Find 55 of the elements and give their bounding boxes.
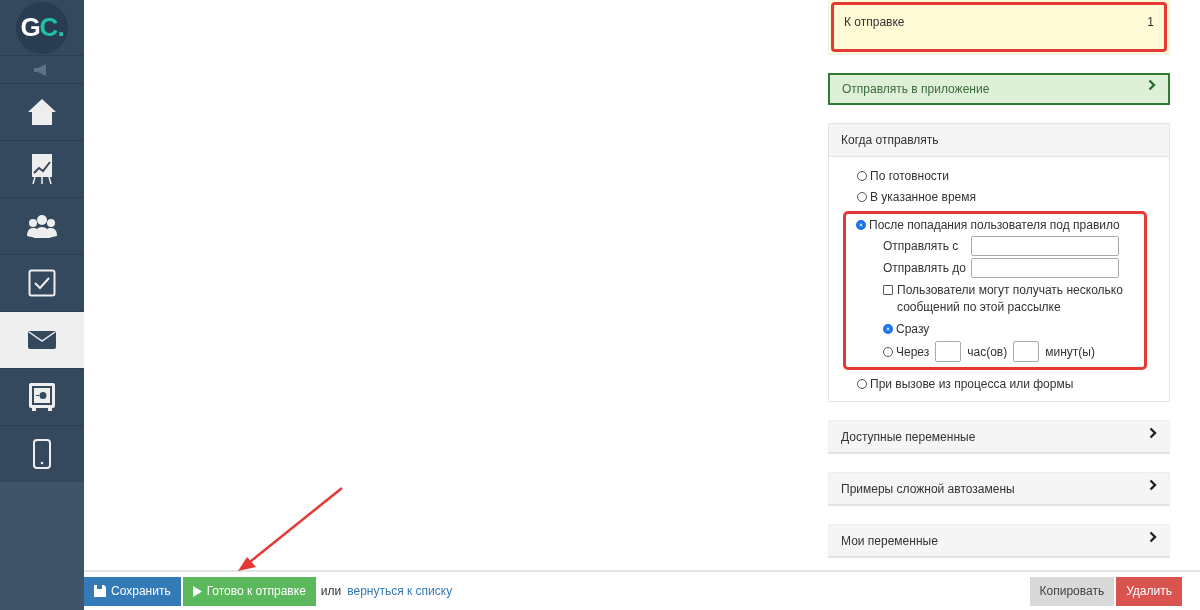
checkbox-label: Пользователи могут получать несколько сообщений по этой рассылке xyxy=(897,282,1124,316)
save-button[interactable]: Сохранить xyxy=(84,576,181,606)
sidebar-item[interactable] xyxy=(0,197,84,254)
option-label: По готовности xyxy=(870,169,950,183)
chevron-right-icon xyxy=(1149,530,1157,543)
unit-label: час(ов) xyxy=(967,344,1008,359)
radio-button[interactable] xyxy=(857,379,867,389)
copy-button[interactable]: Копировать xyxy=(1029,576,1115,606)
collapsed-panel[interactable]: Примеры сложной автозамены xyxy=(828,472,1170,506)
option-label: Сразу xyxy=(896,322,930,336)
home-icon[interactable] xyxy=(27,98,57,126)
envelope-icon[interactable] xyxy=(28,331,56,349)
panel-title: Когда отправлять xyxy=(829,124,1169,157)
logo[interactable]: GC. xyxy=(16,1,68,54)
input-field[interactable] xyxy=(971,258,1119,278)
radio-button[interactable] xyxy=(857,171,867,181)
chevron-right-icon xyxy=(1149,426,1157,439)
status-label: К отправке xyxy=(844,15,905,31)
field-label: Отправлять с xyxy=(883,239,959,253)
radio-button[interactable] xyxy=(883,346,893,357)
sidebar-item[interactable] xyxy=(0,311,84,368)
chevron-right-icon xyxy=(1148,79,1156,91)
radio-button[interactable] xyxy=(857,192,867,202)
radio-button[interactable] xyxy=(856,220,866,230)
sidebar-item[interactable] xyxy=(0,83,84,140)
floppy-icon xyxy=(94,585,106,597)
option-label: Через xyxy=(896,344,930,359)
status-count: 1 xyxy=(1147,15,1154,31)
radio-button[interactable] xyxy=(883,324,893,334)
chart-board-icon[interactable] xyxy=(31,153,53,185)
or-text: или xyxy=(320,584,342,598)
option-label: В указанное время xyxy=(870,190,976,204)
app-panel-header[interactable]: Отправлять в приложение xyxy=(828,73,1170,105)
field-label: Отправлять до xyxy=(883,261,967,275)
sidebar-item[interactable] xyxy=(0,425,84,482)
phone-icon[interactable] xyxy=(33,439,51,469)
back-link[interactable]: вернуться к списку xyxy=(347,584,453,598)
people-icon[interactable] xyxy=(27,214,57,238)
collapsed-panel[interactable]: Доступные переменные xyxy=(828,420,1170,454)
checkbox[interactable] xyxy=(883,285,893,295)
minutes-input[interactable] xyxy=(1013,341,1040,362)
sidebar-item[interactable] xyxy=(0,254,84,311)
option-label: При вызове из процесса или формы xyxy=(870,377,1074,391)
safe-icon[interactable] xyxy=(28,382,56,412)
input-field[interactable] xyxy=(971,236,1119,256)
sidebar-item[interactable] xyxy=(0,368,84,425)
hours-input[interactable] xyxy=(935,341,962,362)
play-icon xyxy=(192,585,202,597)
option-label: После попадания пользователя под правило xyxy=(869,218,1120,232)
checkbox-icon[interactable] xyxy=(28,269,56,297)
delete-button[interactable]: Удалить xyxy=(1116,576,1182,606)
sidebar-item[interactable] xyxy=(0,140,84,197)
chevron-right-icon xyxy=(1149,478,1157,491)
collapsed-panel[interactable]: Мои переменные xyxy=(828,524,1170,558)
unit-label: минут(ы) xyxy=(1045,344,1095,359)
